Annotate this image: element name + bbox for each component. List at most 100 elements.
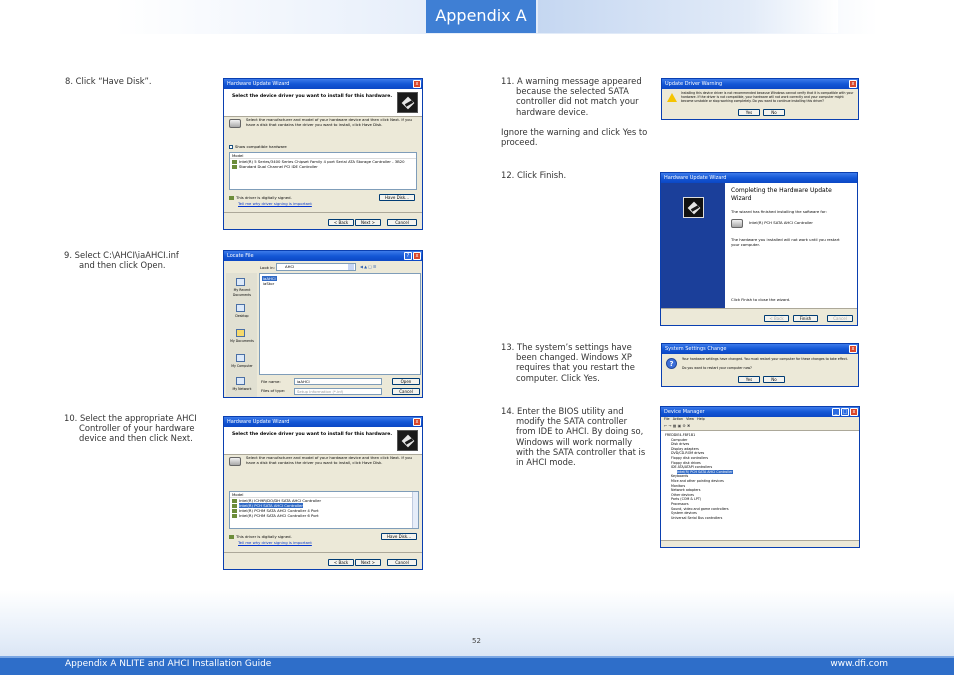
- my-documents-icon[interactable]: [236, 329, 245, 337]
- file-item-iastor[interactable]: iaStor: [262, 281, 275, 286]
- cancel-button[interactable]: Cancel: [387, 559, 417, 566]
- no-button[interactable]: No: [763, 109, 785, 116]
- footer-guide-title: Appendix A NLITE and AHCI Installation G…: [65, 659, 272, 669]
- close-icon[interactable]: x: [849, 345, 857, 353]
- next-button[interactable]: Next >: [355, 219, 381, 226]
- help-icon[interactable]: ?: [404, 252, 412, 260]
- menu-file[interactable]: File: [664, 417, 670, 421]
- yes-button[interactable]: Yes: [738, 376, 760, 383]
- wizard-complete-window: Hardware Update Wizard Completing the Ha…: [660, 172, 858, 326]
- desktop-icon[interactable]: [236, 304, 245, 312]
- no-button[interactable]: No: [763, 376, 785, 383]
- device-icon: [232, 514, 237, 518]
- menu-view[interactable]: View: [686, 417, 694, 421]
- have-disk-button[interactable]: Have Disk...: [381, 533, 417, 540]
- cancel-button[interactable]: Cancel: [387, 219, 417, 226]
- file-list[interactable]: iaAHCI iaStor: [259, 273, 421, 375]
- menu-action[interactable]: Action: [673, 417, 683, 421]
- next-button[interactable]: Next >: [355, 559, 381, 566]
- tree-node-selected[interactable]: Intel(R) PCH SATA AHCI Controller: [677, 469, 733, 474]
- model-list[interactable]: Model Intel(R) ICH9R/DO/DH SATA AHCI Con…: [229, 491, 419, 529]
- wizard-header: Select the device driver you want to ins…: [224, 89, 422, 117]
- list-scrollbar[interactable]: [412, 492, 418, 528]
- signed-notice: This driver is digitally signed.: [229, 195, 292, 200]
- divider: [224, 552, 422, 553]
- disk-drive-icon: [229, 457, 241, 466]
- hardware-wizard-window-1: Hardware Update Wizard x Select the devi…: [223, 78, 423, 230]
- show-compatible-checkbox[interactable]: Show compatible hardware: [229, 144, 287, 149]
- back-button[interactable]: < Back: [328, 559, 354, 566]
- tree-node[interactable]: Universal Serial Bus controllers: [665, 516, 733, 521]
- close-icon[interactable]: x: [850, 408, 858, 416]
- open-button[interactable]: Open: [392, 378, 420, 385]
- close-icon[interactable]: x: [413, 418, 421, 426]
- chevron-down-icon: [348, 264, 354, 270]
- yes-button[interactable]: Yes: [738, 109, 760, 116]
- update-driver-warning-window: Update Driver Warning x Installing this …: [661, 78, 859, 120]
- close-icon[interactable]: x: [849, 80, 857, 88]
- back-button[interactable]: < Back: [328, 219, 354, 226]
- header-title: Appendix A: [426, 0, 536, 33]
- footer-fade: [0, 590, 954, 656]
- step-10: 10. Select the appropriate AHCI Controll…: [64, 413, 197, 444]
- close-icon[interactable]: x: [413, 80, 421, 88]
- look-in-label: Look in:: [260, 265, 275, 270]
- place-desktop: Desktop: [235, 314, 249, 318]
- device-icon: [232, 165, 237, 169]
- window-title: System Settings Change: [665, 346, 727, 352]
- window-title: Hardware Update Wizard: [664, 175, 727, 181]
- hardware-wizard-icon: [683, 197, 704, 218]
- back-button[interactable]: < Back: [764, 315, 789, 322]
- my-computer-icon[interactable]: [236, 354, 245, 362]
- footer-website[interactable]: www.dfi.com: [830, 659, 888, 669]
- divider: [224, 212, 422, 213]
- close-icon[interactable]: x: [413, 252, 421, 260]
- cancel-button[interactable]: Cancel: [827, 315, 853, 322]
- minimize-icon[interactable]: _: [832, 408, 840, 416]
- places-bar: My Recent Documents Desktop My Documents…: [226, 273, 257, 397]
- model-list[interactable]: Model Intel(R) 5 Series/3400 Series Chip…: [229, 152, 417, 190]
- look-in-select[interactable]: AHCI: [276, 263, 356, 271]
- locate-file-window: Locate File ? x Look in: AHCI ◀ ▲ □ ☰ My…: [223, 250, 423, 398]
- driver-signing-link[interactable]: Tell me why driver signing is important: [238, 540, 312, 545]
- device-manager-window: Device Manager _ □ x File Action View He…: [660, 406, 860, 548]
- file-type-label: Files of type:: [261, 388, 286, 393]
- cancel-button[interactable]: Cancel: [392, 388, 420, 395]
- recent-documents-icon[interactable]: [236, 278, 245, 286]
- toolbar[interactable]: ← → ▦ ▣ ⚙ ✖: [661, 423, 859, 431]
- file-type-select[interactable]: Setup Information (*.inf): [294, 388, 382, 395]
- finished-text: The wizard has finished installing the s…: [731, 209, 827, 214]
- wizard-heading: Select the device driver you want to ins…: [232, 432, 393, 437]
- wizard-description: Select the manufacturer and model of you…: [246, 455, 412, 465]
- step-12: 12. Click Finish.: [501, 170, 567, 180]
- step-14: 14. Enter the BIOS utility and modify th…: [501, 406, 646, 468]
- status-bar: [661, 540, 859, 547]
- list-item[interactable]: Intel(R) PCHM SATA AHCI Controller 6 Por…: [230, 513, 418, 518]
- window-titlebar: Hardware Update Wizard x: [224, 79, 422, 89]
- header-accent: [538, 0, 838, 33]
- driver-signing-link[interactable]: Tell me why driver signing is important: [238, 201, 312, 206]
- nav-toolbar-icons[interactable]: ◀ ▲ □ ☰: [360, 264, 376, 269]
- have-disk-button[interactable]: Have Disk...: [379, 194, 415, 201]
- show-compatible-label: Show compatible hardware: [235, 144, 287, 149]
- wizard-description: Select the manufacturer and model of you…: [246, 117, 412, 127]
- tree-node[interactable]: Mice and other pointing devices: [665, 479, 733, 484]
- device-tree[interactable]: FREDDIE4-FBF1B1 Computer Disk drives Dis…: [665, 433, 733, 520]
- system-settings-change-window: System Settings Change x ? Your hardware…: [661, 343, 859, 387]
- step-8: 8. Click “Have Disk”.: [65, 76, 152, 86]
- list-item[interactable]: Standard Dual Channel PCI IDE Controller: [230, 164, 416, 169]
- warning-icon: [667, 93, 677, 102]
- hardware-wizard-icon: [397, 92, 418, 113]
- menu-help[interactable]: Help: [697, 417, 705, 421]
- finish-button[interactable]: Finish: [793, 315, 818, 322]
- hardware-wizard-window-2: Hardware Update Wizard x Select the devi…: [223, 416, 423, 570]
- maximize-icon[interactable]: □: [841, 408, 849, 416]
- file-name-input[interactable]: iaAHCI: [294, 378, 382, 385]
- warning-message: Installing this device driver is not rec…: [681, 91, 854, 103]
- place-documents: My Documents: [230, 339, 254, 343]
- network-icon[interactable]: [236, 377, 245, 385]
- place-recent: My Recent Documents: [232, 288, 252, 297]
- file-name-label: File name:: [261, 379, 281, 384]
- window-title: Hardware Update Wizard: [227, 419, 290, 425]
- step-11: 11. A warning message appeared because t…: [501, 76, 642, 117]
